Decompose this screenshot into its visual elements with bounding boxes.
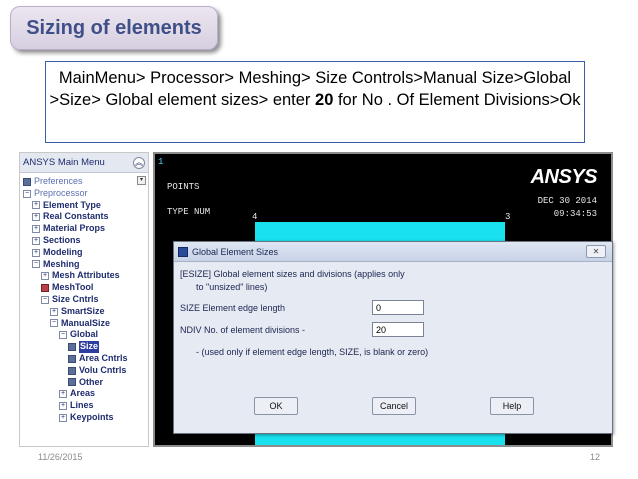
slide-title: Sizing of elements	[10, 6, 218, 50]
menu-item-label: Size	[79, 341, 100, 353]
menu-item-element-type[interactable]: + Element Type	[20, 200, 148, 212]
main-menu-titlebar: ANSYS Main Menu ︽	[20, 153, 148, 173]
help-button[interactable]: Help	[490, 397, 534, 415]
collapse-icon[interactable]: −	[50, 319, 58, 328]
collapse-icon[interactable]: −	[23, 189, 31, 198]
expand-icon[interactable]: +	[59, 413, 67, 422]
menu-item-material-props[interactable]: + Material Props	[20, 223, 148, 235]
menu-item-modeling[interactable]: + Modeling	[20, 247, 148, 259]
expand-icon[interactable]: +	[32, 201, 40, 210]
instruction-box: MainMenu> Processor> Meshing> Size Contr…	[45, 61, 585, 143]
expand-icon[interactable]: +	[32, 225, 40, 234]
keypoint-4-label: 4	[252, 212, 258, 222]
menu-item-global[interactable]: − Global	[20, 329, 148, 341]
expand-icon[interactable]: +	[50, 307, 58, 316]
instruction-bold-value: 20	[315, 91, 334, 109]
menu-item-other[interactable]: Other	[20, 377, 148, 389]
ansys-main-menu: ANSYS Main Menu ︽ ▾ Preferences − Preproce…	[19, 152, 149, 447]
dialog-titlebar: Global Element Sizes	[174, 242, 612, 262]
size-input[interactable]	[372, 300, 424, 315]
menu-item-preferences[interactable]: Preferences	[20, 176, 148, 188]
document-icon	[68, 343, 76, 352]
menu-item-volu-cntrls[interactable]: Volu Cntrls	[20, 365, 148, 377]
menu-item-label: MeshTool	[52, 282, 94, 293]
menu-item-label: ManualSize	[61, 317, 111, 328]
expand-icon[interactable]: +	[32, 248, 40, 257]
document-icon	[68, 366, 76, 375]
expand-icon[interactable]: +	[32, 213, 40, 222]
menu-item-manualsize[interactable]: − ManualSize	[20, 318, 148, 330]
menu-item-label: SmartSize	[61, 305, 105, 316]
expand-icon[interactable]: +	[59, 390, 67, 399]
cancel-button[interactable]: Cancel	[372, 397, 416, 415]
document-icon	[23, 177, 31, 186]
document-icon	[68, 378, 76, 387]
esize-header-line1: [ESIZE] Global element sizes and divisio…	[180, 269, 405, 279]
global-element-sizes-dialog: Global Element Sizes ✕ [ESIZE] Global el…	[173, 241, 613, 434]
menu-item-label: Volu Cntrls	[79, 364, 127, 375]
menu-item-label: Sections	[43, 234, 81, 245]
menu-item-area-cntrls[interactable]: Area Cntrls	[20, 353, 148, 365]
ansys-screenshot: ANSYS Main Menu ︽ ▾ Preferences − Preproce…	[19, 152, 613, 447]
ndiv-label: NDIV No. of element divisions -	[180, 325, 306, 335]
menu-item-label: Real Constants	[43, 211, 109, 222]
plot-date: DEC 30 2014	[537, 196, 597, 206]
expand-icon[interactable]: +	[32, 236, 40, 245]
keypoint-3-label: 3	[505, 212, 511, 222]
menu-item-size-cntrls[interactable]: − Size Cntrls	[20, 294, 148, 306]
double-chevron-up-icon[interactable]: ︽	[133, 156, 145, 169]
esize-header-line2: to "unsized" lines)	[196, 282, 268, 292]
menu-item-areas[interactable]: + Areas	[20, 388, 148, 400]
menu-item-label: Size Cntrls	[52, 293, 99, 304]
menu-item-real-constants[interactable]: + Real Constants	[20, 211, 148, 223]
menu-item-label: Lines	[70, 400, 94, 411]
ndiv-note: - (used only if element edge length, SIZ…	[196, 347, 429, 357]
collapse-icon[interactable]: −	[59, 331, 67, 340]
page-number: 12	[589, 452, 600, 462]
expand-icon[interactable]: +	[59, 402, 67, 411]
menu-item-preprocessor[interactable]: − Preprocessor	[20, 188, 148, 200]
footer-date: 11/26/2015	[38, 452, 83, 462]
main-menu-title: ANSYS Main Menu	[23, 157, 105, 168]
menu-item-label: Other	[79, 376, 104, 387]
menu-item-mesh-attributes[interactable]: + Mesh Attributes	[20, 270, 148, 282]
menu-item-label: Meshing	[43, 258, 80, 269]
menu-item-meshtool[interactable]: MeshTool	[20, 282, 148, 294]
menu-item-smartsize[interactable]: + SmartSize	[20, 306, 148, 318]
menu-item-label: Preprocessor	[34, 187, 88, 198]
collapse-icon[interactable]: −	[41, 295, 49, 304]
ansys-logo: ANSYS	[530, 166, 598, 188]
label-points: POINTS	[167, 182, 200, 192]
menu-item-meshing[interactable]: − Meshing	[20, 259, 148, 271]
menu-item-label: Element Type	[43, 199, 101, 210]
menu-item-label: Keypoints	[70, 411, 114, 422]
menu-item-keypoints[interactable]: + Keypoints	[20, 412, 148, 424]
document-icon	[68, 354, 76, 363]
expand-icon[interactable]: +	[41, 272, 49, 281]
menu-item-size[interactable]: Size	[20, 341, 148, 353]
ndiv-input[interactable]	[372, 322, 424, 337]
menu-item-label: Modeling	[43, 246, 83, 257]
menu-item-label: Global	[70, 329, 99, 340]
instruction-text-end: for No . Of Element Divisions>Ok	[333, 91, 581, 109]
menu-item-label: Areas	[70, 388, 96, 399]
menu-item-label: Material Props	[43, 223, 106, 234]
close-icon[interactable]: ✕	[586, 245, 606, 258]
menu-item-sections[interactable]: + Sections	[20, 235, 148, 247]
collapse-icon[interactable]: −	[32, 260, 40, 269]
main-menu-tree: Preferences − Preprocessor + Element Type + Re…	[20, 173, 148, 424]
ansys-app-icon	[178, 246, 188, 257]
plot-time: 09:34:53	[553, 209, 597, 219]
menu-item-label: Area Cntrls	[79, 352, 128, 363]
label-type-num: TYPE NUM	[167, 207, 211, 217]
document-icon	[41, 284, 49, 293]
menu-item-label: Mesh Attributes	[52, 270, 120, 281]
menu-item-label: Preferences	[34, 176, 83, 186]
dialog-title: Global Element Sizes	[192, 246, 279, 257]
size-label: SIZE Element edge length	[180, 303, 286, 313]
ok-button[interactable]: OK	[254, 397, 298, 415]
menu-item-lines[interactable]: + Lines	[20, 400, 148, 412]
window-number: 1	[158, 157, 164, 167]
